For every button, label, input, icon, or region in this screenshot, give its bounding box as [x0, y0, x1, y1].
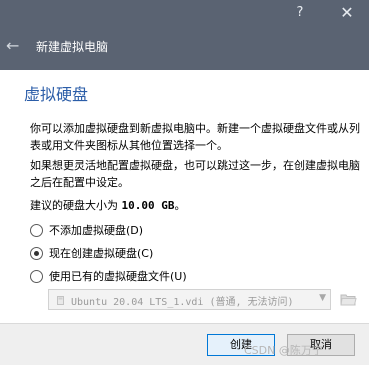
size-value: 10.00 GB	[121, 199, 175, 212]
chevron-down-icon: ▼	[319, 293, 326, 303]
recommended-size-text: 建议的硬盘大小为 10.00 GB。	[30, 197, 185, 213]
option-create-disk[interactable]: 现在创建虚拟硬盘(C)	[30, 245, 153, 261]
window-title-bar: ? ✕	[0, 0, 369, 26]
option-create-disk-label: 现在创建虚拟硬盘(C)	[49, 247, 154, 260]
watermark-text: CSDN @陈万宁	[244, 344, 323, 357]
radio-existing-disk[interactable]	[30, 269, 43, 283]
radio-no-disk[interactable]	[30, 223, 43, 237]
new-vm-dialog: ? ✕ ← 新建虚拟电脑 虚拟硬盘 你可以添加虚拟硬盘到新虚拟电脑中。新建一个虚…	[0, 0, 369, 365]
size-prefix: 建议的硬盘大小为	[30, 199, 118, 212]
option-existing-disk-label: 使用已有的虚拟硬盘文件(U)	[49, 270, 187, 283]
page-title: 虚拟硬盘	[24, 85, 89, 104]
close-button[interactable]: ✕	[336, 0, 358, 26]
wizard-title: 新建虚拟电脑	[36, 40, 109, 54]
existing-disk-value: Ubuntu 20.04 LTS_1.vdi (普通, 无法访问)	[71, 297, 294, 308]
choose-disk-folder-button[interactable]	[339, 290, 358, 309]
help-button[interactable]: ?	[290, 0, 310, 26]
radio-create-disk[interactable]	[30, 246, 43, 260]
option-no-disk[interactable]: 不添加虚拟硬盘(D)	[30, 222, 143, 238]
description-paragraph-2: 如果想更灵活地配置虚拟硬盘，也可以跳过这一步，在创建虚拟电脑之后在配置中设定。	[30, 159, 360, 189]
size-suffix: 。	[174, 199, 186, 212]
description-paragraph-1: 你可以添加虚拟硬盘到新虚拟电脑中。新建一个虚拟硬盘文件或从列表或用文件夹图标从其…	[30, 122, 360, 152]
option-no-disk-label: 不添加虚拟硬盘(D)	[49, 224, 144, 237]
folder-icon	[340, 294, 357, 306]
disk-icon	[57, 296, 64, 305]
existing-disk-select[interactable]: Ubuntu 20.04 LTS_1.vdi (普通, 无法访问) ▼	[48, 289, 331, 310]
option-existing-disk[interactable]: 使用已有的虚拟硬盘文件(U)	[30, 268, 187, 284]
wizard-header: ← 新建虚拟电脑	[0, 26, 369, 70]
back-arrow-icon[interactable]: ←	[6, 34, 24, 58]
